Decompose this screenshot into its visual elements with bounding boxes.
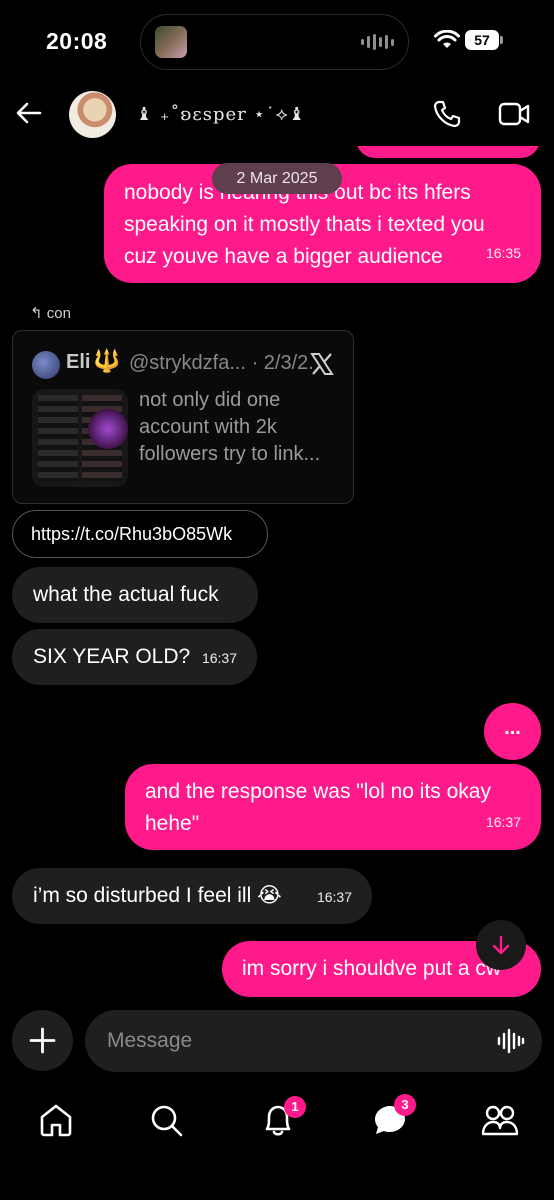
- message-timestamp: 16:35: [485, 245, 521, 261]
- tweet-author-handle: @strykdzfa... · 2/3/2...: [129, 352, 315, 375]
- back-arrow-icon[interactable]: [14, 98, 44, 128]
- tweet-date: 2/3/2...: [263, 352, 315, 374]
- search-icon[interactable]: [146, 1100, 186, 1140]
- more-messages-bubble[interactable]: ...: [484, 703, 541, 760]
- attach-button[interactable]: [12, 1010, 73, 1071]
- ellipsis-icon: ...: [504, 717, 521, 739]
- tweet-author-name: Eli: [66, 351, 91, 373]
- reply-indicator: ↰ con: [30, 304, 71, 322]
- arrow-down-icon: [492, 935, 510, 955]
- message-bubble-outgoing[interactable]: and the response was "lol no its okay he…: [125, 764, 541, 850]
- tweet-author-avatar: [32, 351, 60, 379]
- composer-bar: [0, 1010, 554, 1074]
- message-text: nobody is hearing this out bc its hfers …: [124, 181, 485, 268]
- home-icon[interactable]: [36, 1100, 76, 1140]
- date-separator: 2 Mar 2025: [212, 163, 342, 194]
- message-input[interactable]: [85, 1010, 542, 1072]
- status-time: 20:08: [46, 28, 108, 54]
- previous-message-bubble[interactable]: [356, 146, 540, 158]
- messages-badge: 3: [394, 1094, 416, 1116]
- dynamic-island[interactable]: [140, 14, 409, 70]
- message-text: im sorry i shouldve put a cw: [242, 957, 502, 980]
- trident-emoji-icon: 🔱: [93, 348, 121, 373]
- audio-waveform-icon: [361, 34, 394, 50]
- video-call-icon[interactable]: [498, 101, 530, 127]
- chat-header: ♝ ₊˚ʚɛsper ⋆˙⟡♝: [0, 84, 554, 146]
- reply-label-text: con: [46, 305, 71, 322]
- message-bubble-incoming[interactable]: what the actual fuck: [12, 567, 258, 623]
- message-timestamp: 16:37: [485, 814, 521, 830]
- notifications-tab[interactable]: 1: [258, 1096, 306, 1140]
- x-logo-icon: [310, 353, 334, 375]
- message-text: SIX YEAR OLD?: [33, 645, 191, 668]
- message-list[interactable]: nobody is hearing this out bc its hfers …: [0, 146, 554, 1010]
- message-timestamp: 16:37: [201, 650, 237, 666]
- plus-icon: [29, 1027, 56, 1054]
- contact-avatar[interactable]: [69, 91, 116, 138]
- message-text: i’m so disturbed I feel ill 😭: [33, 884, 282, 907]
- tweet-body-text: not only did one account with 2k followe…: [139, 389, 321, 465]
- battery-icon: 57: [465, 30, 503, 50]
- wifi-icon: [434, 30, 460, 48]
- voice-message-icon[interactable]: [497, 1028, 525, 1054]
- scroll-to-bottom-button[interactable]: [476, 920, 526, 970]
- message-bubble-incoming[interactable]: i’m so disturbed I feel ill 😭 16:37: [12, 868, 372, 924]
- notifications-badge: 1: [284, 1096, 306, 1118]
- tweet-handle-text: @strykdzfa...: [129, 352, 246, 374]
- status-bar: 20:08 57: [0, 0, 554, 82]
- tweet-separator: ·: [251, 352, 264, 374]
- message-bubble-incoming[interactable]: SIX YEAR OLD? 16:37: [12, 629, 257, 685]
- communities-icon[interactable]: [480, 1100, 520, 1140]
- reply-arrow-icon: ↰: [30, 305, 43, 322]
- bottom-navigation: 1 3: [0, 1086, 554, 1166]
- tweet-embed-card[interactable]: Eli 🔱 @strykdzfa... · 2/3/2... not only …: [12, 330, 354, 504]
- message-timestamp: 16:37: [316, 889, 352, 905]
- tweet-media-thumbnail[interactable]: [32, 389, 128, 487]
- now-playing-artwork: [155, 26, 187, 58]
- message-text: and the response was "lol no its okay he…: [145, 780, 491, 835]
- phone-call-icon[interactable]: [432, 99, 462, 129]
- message-text: what the actual fuck: [33, 583, 219, 606]
- messages-tab[interactable]: 3: [370, 1094, 416, 1140]
- message-link[interactable]: https://t.co/Rhu3bO85Wk: [12, 510, 268, 558]
- contact-name[interactable]: ♝ ₊˚ʚɛsper ⋆˙⟡♝: [136, 104, 306, 125]
